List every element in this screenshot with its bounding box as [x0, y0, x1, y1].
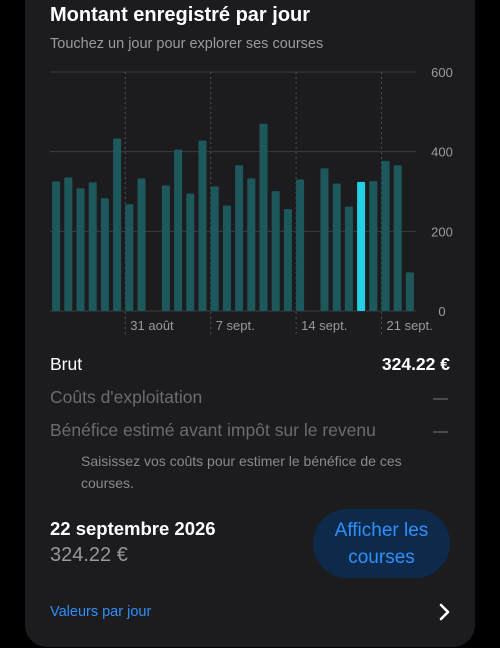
gross-label: Brut: [50, 354, 83, 374]
chart-bar[interactable]: [283, 209, 292, 311]
estimated-profit-empty-dash: [433, 431, 448, 433]
y-tick-label: 0: [438, 304, 445, 319]
chart-bar[interactable]: [100, 198, 109, 311]
selected-amount: 324.22 €: [50, 544, 128, 566]
chart-bar[interactable]: [174, 149, 183, 311]
y-tick-label: 600: [431, 65, 453, 80]
chart-bar[interactable]: [161, 185, 170, 311]
chart-bar[interactable]: [235, 165, 244, 311]
chart-bar[interactable]: [76, 188, 85, 311]
chevron-right-icon[interactable]: [436, 602, 454, 622]
chart-bar[interactable]: [88, 182, 97, 311]
chart-bar[interactable]: [186, 193, 195, 311]
daily-earnings-chart: 600 400 200 0 31 août 7 sept. 14 sept. 21 sept.: [50, 65, 453, 334]
x-tick-label: 21 sept.: [387, 318, 433, 333]
chart-bar[interactable]: [247, 178, 256, 311]
gross-value: 324.22 €: [381, 354, 450, 374]
x-tick-label: 14 sept.: [301, 318, 347, 333]
x-tick-label: 31 août: [130, 318, 174, 333]
chart-bar[interactable]: [405, 272, 414, 311]
chart-bar[interactable]: [222, 205, 231, 311]
chart-bar[interactable]: [393, 165, 402, 311]
estimated-profit-label: Bénéfice estimé avant impôt sur le reven…: [50, 420, 376, 440]
chart-bar[interactable]: [296, 179, 305, 311]
chart-bar[interactable]: [320, 168, 329, 311]
x-tick-label: 7 sept.: [216, 318, 255, 333]
chart-bar[interactable]: [52, 181, 61, 311]
chart-bar[interactable]: [381, 160, 390, 311]
chart-bar[interactable]: [125, 204, 134, 311]
y-tick-label: 200: [431, 224, 453, 239]
operating-costs-label: Coûts d'exploitation: [50, 387, 203, 407]
chart-bar-selected[interactable]: [357, 181, 366, 311]
show-rides-button-label: Afficher les courses: [334, 519, 429, 568]
chart-bar[interactable]: [210, 186, 219, 311]
chart-bar[interactable]: [332, 183, 341, 311]
costs-hint: Saisissez vos coûts pour estimer le béné…: [81, 453, 402, 491]
chart-bar[interactable]: [198, 140, 207, 311]
daily-values-link[interactable]: Valeurs par jour: [50, 604, 151, 620]
y-tick-label: 400: [431, 145, 453, 160]
chart-bar[interactable]: [344, 206, 353, 311]
operating-costs-empty-dash: [433, 398, 448, 400]
chart-bar[interactable]: [113, 138, 122, 311]
selected-date: 22 septembre 2026: [50, 518, 216, 539]
chart-bar[interactable]: [64, 177, 73, 311]
chart-bar[interactable]: [259, 123, 268, 312]
chart-bar[interactable]: [271, 191, 280, 311]
chart-bar[interactable]: [369, 181, 378, 311]
show-rides-button[interactable]: Afficher les courses: [313, 509, 450, 578]
chart-bar[interactable]: [137, 178, 146, 311]
